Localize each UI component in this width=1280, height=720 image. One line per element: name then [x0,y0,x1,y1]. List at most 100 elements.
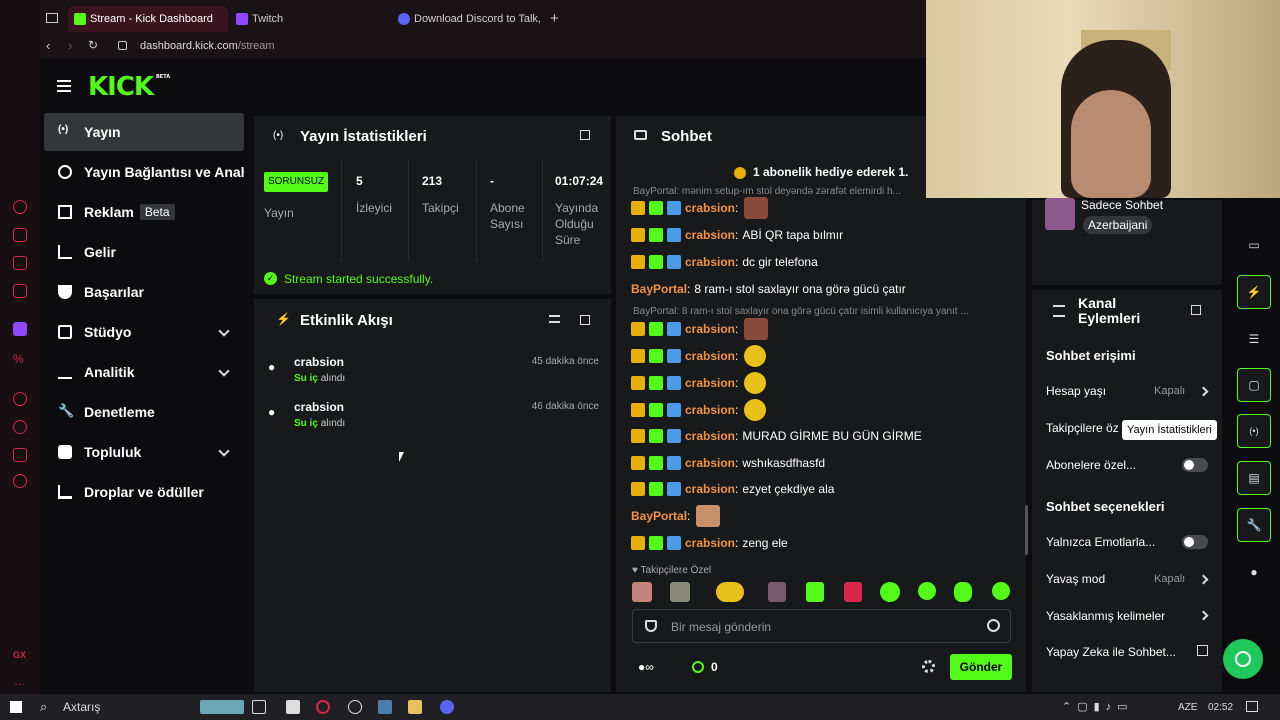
account-age-label[interactable]: Hesap yaşı [1046,384,1106,398]
popout-icon[interactable] [580,315,590,325]
new-tab-icon[interactable]: + [550,10,559,27]
menu-icon[interactable] [57,80,71,92]
chat-username[interactable]: crabsion [685,403,735,417]
folder-icon[interactable] [408,700,422,714]
sidebar-item-drops[interactable]: Droplar ve ödüller [44,473,244,511]
windows-start-icon[interactable] [10,701,22,713]
rail-button-actions[interactable]: ▤ [1237,461,1271,495]
emote-icon[interactable] [918,582,936,600]
emote-icon[interactable] [880,582,900,602]
emotes-only-setting[interactable]: Yalnızca Emotlarla... [1046,535,1155,549]
taskbar-search[interactable]: Axtarış [63,700,100,714]
kick-logo[interactable]: KICK BETA [88,72,170,102]
popout-icon[interactable] [1191,305,1201,315]
url-text[interactable]: dashboard.kick.com/stream [140,40,275,52]
activity-user[interactable]: crabsion [294,355,344,369]
sidebar-app-icon[interactable] [13,200,27,214]
subs-only-toggle[interactable] [1182,458,1208,472]
discord-taskbar-icon[interactable] [440,700,454,714]
more-icon[interactable]: … [14,676,25,688]
reload-icon[interactable]: ↻ [88,38,98,52]
sidebar-item-moderation[interactable]: 🔧 Denetleme [44,393,244,431]
chat-username[interactable]: BayPortal [631,282,687,296]
sidebar-app-icon[interactable] [13,392,27,406]
banned-words-setting[interactable]: Yasaklanmış kelimeler [1046,609,1165,623]
emote-icon[interactable] [992,582,1010,600]
sidebar-app-icon[interactable] [13,420,27,434]
chat-username[interactable]: crabsion [685,201,735,215]
followers-only-setting[interactable]: Takipçilere öz [1046,421,1119,435]
rail-button-chat[interactable]: ▢ [1237,368,1271,402]
taskbar-app-icon[interactable] [286,700,300,714]
rail-button-stats[interactable]: (•) [1237,414,1271,448]
emotes-only-toggle[interactable] [1182,535,1208,549]
settings-sidebar-icon[interactable] [13,474,27,488]
chat-username[interactable]: crabsion [685,429,735,443]
sidebar-item-stream[interactable]: (•) Yayın [44,113,244,151]
sidebar-item-achievements[interactable]: Başarılar [44,273,244,311]
emote-icon[interactable] [806,582,824,602]
taskbar-time[interactable]: 02:52 [1208,702,1233,713]
sidebar-item-stream-key[interactable]: Yayın Bağlantısı ve Anahtarı [44,153,244,191]
back-icon[interactable]: ‹ [46,38,50,53]
rail-button-activity[interactable]: ⚡ [1237,275,1271,309]
sidebar-item-ads[interactable]: Reklam Beta [44,193,244,231]
sidebar-app-icon[interactable] [13,256,27,270]
chat-username[interactable]: crabsion [685,456,735,470]
subs-only-setting[interactable]: Abonelere özel... [1046,458,1136,472]
sidebar-item-studio[interactable]: Stüdyo [44,313,244,351]
twitch-sidebar-icon[interactable] [13,322,27,336]
external-link-icon[interactable] [1197,645,1208,656]
sidebar-item-analytics[interactable]: Analitik [44,353,244,391]
chat-username[interactable]: crabsion [685,376,735,390]
emote-icon[interactable] [954,582,972,602]
sidebar-app-icon[interactable]: % [13,352,27,366]
chat-scrollbar[interactable] [1025,505,1028,555]
forward-icon[interactable]: › [68,38,72,53]
sidebar-item-community[interactable]: Topluluk [44,433,244,471]
steam-icon[interactable] [378,700,392,714]
notification-icon[interactable] [1246,701,1258,712]
sidebar-app-icon[interactable] [13,228,27,242]
sidebar-app-icon[interactable] [13,448,27,462]
sidebar-item-revenue[interactable]: Gelir [44,233,244,271]
emote-icon[interactable] [716,582,744,602]
taskbar-app-icon[interactable] [348,700,362,714]
sidebar-app-icon[interactable] [13,284,27,298]
chat-username[interactable]: BayPortal [631,509,687,523]
filter-icon[interactable] [549,315,560,323]
chat-username[interactable]: crabsion [685,536,735,550]
community-icon[interactable]: ●∞ [638,660,654,674]
send-button[interactable]: Gönder [950,654,1012,680]
rail-button-community[interactable]: ● [1237,555,1271,589]
popout-icon[interactable] [580,130,590,140]
slow-mode-setting[interactable]: Yavaş mod [1046,572,1105,586]
keyboard-language[interactable]: AZE [1178,702,1197,713]
emoji-icon[interactable] [987,619,1000,632]
emote-icon[interactable] [632,582,652,602]
task-view-icon[interactable] [252,700,266,714]
taskbar-app-icon[interactable] [200,700,244,714]
emote-icon[interactable] [768,582,786,602]
chat-username[interactable]: crabsion [685,255,735,269]
tab-discord[interactable]: Download Discord to Talk, C [392,6,542,32]
opera-taskbar-icon[interactable] [316,700,330,714]
ai-chat-setting[interactable]: Yapay Zeka ile Sohbet... [1046,645,1176,659]
rail-button-moderation[interactable]: 🔧 [1237,508,1271,542]
gx-icon[interactable]: GX [13,650,26,660]
chat-username[interactable]: crabsion [685,228,735,242]
settings-icon[interactable] [922,660,935,673]
chat-username[interactable]: crabsion [685,349,735,363]
rail-button-list[interactable]: ☰ [1237,322,1271,356]
tab-overview-icon[interactable] [46,13,58,23]
chat-input[interactable]: Bir mesaj gönderin [632,609,1011,643]
search-icon[interactable]: ⌕ [40,699,47,715]
support-chat-button[interactable] [1223,639,1263,679]
emote-icon[interactable] [844,582,862,602]
tab-kick-dashboard[interactable]: Stream - Kick Dashboard [68,6,228,32]
emote-icon[interactable] [670,582,690,602]
tab-twitch[interactable]: Twitch [230,6,390,32]
chat-username[interactable]: crabsion [685,322,735,336]
chat-username[interactable]: crabsion [685,482,735,496]
activity-user[interactable]: crabsion [294,400,344,414]
